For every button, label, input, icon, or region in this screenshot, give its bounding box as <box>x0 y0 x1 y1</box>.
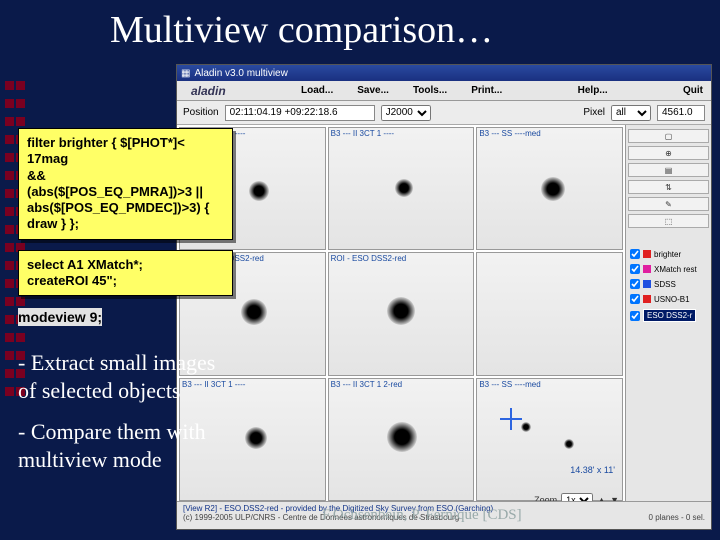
tool-button[interactable]: ▢ <box>628 129 709 143</box>
window-titlebar[interactable]: ▦ Aladin v3.0 multiview <box>177 65 711 81</box>
tool-button[interactable]: ⬚ <box>628 214 709 228</box>
pixel-value[interactable] <box>657 105 705 121</box>
multiview-grid: B3 --- II 3CT 1 ---- B3 --- II 3CT 1 ---… <box>177 125 625 503</box>
app-icon: ▦ <box>181 68 190 79</box>
layer-item[interactable]: USNO-B1 <box>628 293 709 305</box>
logo: aladin <box>185 84 226 98</box>
view-tile[interactable] <box>476 252 623 375</box>
tool-button[interactable]: ⊕ <box>628 146 709 160</box>
code-box-select: select A1 XMatch*; createROI 45"; <box>18 250 233 297</box>
view-tile[interactable]: B3 --- SS ----med <box>476 127 623 250</box>
menu-tools[interactable]: Tools... <box>413 85 447 96</box>
menu-quit[interactable]: Quit <box>683 85 703 96</box>
layer-item[interactable]: XMatch rest <box>628 263 709 275</box>
menubar: aladin Load... Save... Tools... Print...… <box>177 81 711 101</box>
view-tile[interactable]: ROI - ESO DSS2-red <box>328 252 475 375</box>
crosshair-icon <box>500 408 522 430</box>
bullet-compare: - Compare them with multiview mode <box>18 418 233 473</box>
position-bar: Position J2000 Pixel all <box>177 101 711 125</box>
frame-select[interactable]: J2000 <box>381 105 431 121</box>
view-tile[interactable]: B3 --- SS ----med <box>476 378 623 501</box>
position-input[interactable] <box>225 105 375 121</box>
code-box-modeview: modeview 9; <box>18 308 102 326</box>
tool-button[interactable]: ✎ <box>628 197 709 211</box>
slide-credits: F.Ochsenbein, P. Fernique [CDS] <box>322 507 522 524</box>
layer-item[interactable]: SDSS <box>628 278 709 290</box>
window-title: Aladin v3.0 multiview <box>194 68 287 79</box>
layer-item[interactable]: brighter <box>628 248 709 260</box>
tool-button[interactable]: ▤ <box>628 163 709 177</box>
size-readout: 14.38' x 11' <box>570 465 615 475</box>
view-tile[interactable]: B3 --- II 3CT 1 ---- <box>328 127 475 250</box>
pixel-select[interactable]: all <box>611 105 651 121</box>
layer-sidebar: ▢ ⊕ ▤ ⇅ ✎ ⬚ brighter XMatch rest SDSS US… <box>625 125 711 503</box>
pixel-label: Pixel <box>583 107 605 118</box>
page-title: Multiview comparison… <box>0 0 720 56</box>
aladin-window: ▦ Aladin v3.0 multiview aladin Load... S… <box>176 64 712 530</box>
status-planes: 0 planes - 0 sel. <box>649 513 705 522</box>
menu-print[interactable]: Print... <box>471 85 502 96</box>
menu-help[interactable]: Help... <box>578 85 608 96</box>
menu-save[interactable]: Save... <box>357 85 389 96</box>
view-tile[interactable]: B3 --- II 3CT 1 2-red <box>328 378 475 501</box>
tool-button[interactable]: ⇅ <box>628 180 709 194</box>
code-box-filter: filter brighter { $[PHOT*]< 17mag && (ab… <box>18 128 233 240</box>
layer-item[interactable]: ESO DSS2-r <box>628 308 709 323</box>
position-label: Position <box>183 107 219 118</box>
menu-load[interactable]: Load... <box>301 85 333 96</box>
left-column: filter brighter { $[PHOT*]< 17mag && (ab… <box>18 128 233 473</box>
bullet-extract: - Extract small images of selected objec… <box>18 349 233 404</box>
